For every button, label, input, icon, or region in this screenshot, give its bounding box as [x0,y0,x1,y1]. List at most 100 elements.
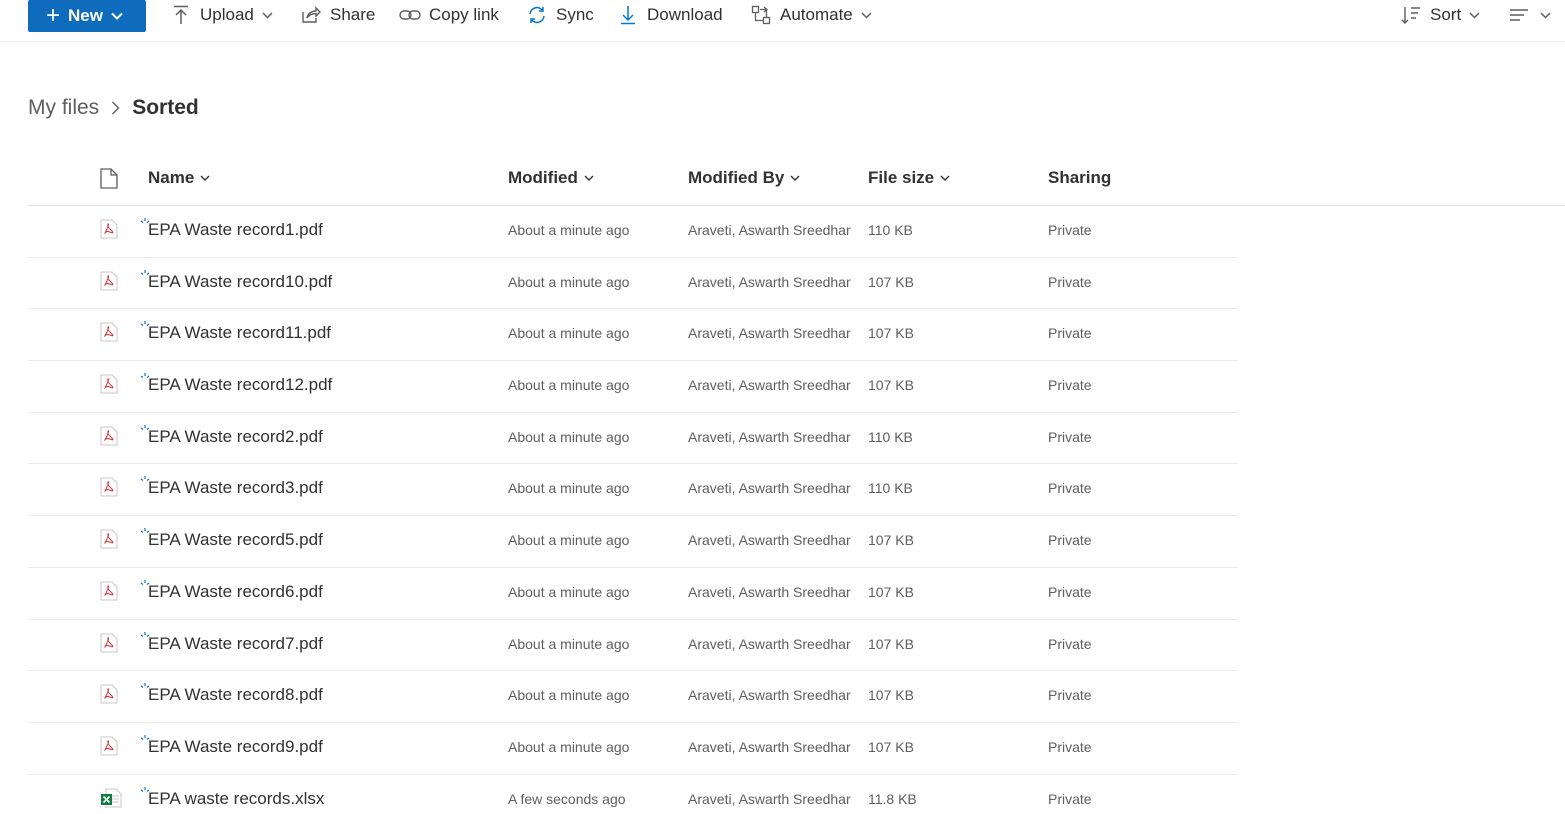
file-size: 107 KB [868,273,914,290]
share-button[interactable]: Share [300,0,375,30]
file-row[interactable]: EPA Waste record7.pdf About a minute ago… [28,620,1238,672]
pdf-file-icon [100,529,118,549]
automate-button[interactable]: Automate [750,0,872,30]
file-sharing: Private [1048,738,1092,755]
view-list-icon [1508,4,1530,26]
file-row[interactable]: EPA Waste record1.pdf About a minute ago… [28,206,1238,258]
file-size: 107 KB [868,687,914,704]
share-label: Share [330,5,376,24]
sort-icon [1400,4,1422,26]
file-name-link[interactable]: EPA Waste record11.pdf [148,323,331,343]
file-modified: About a minute ago [508,222,630,238]
file-name-link[interactable]: EPA Waste record6.pdf [148,582,323,602]
file-modified: About a minute ago [508,480,630,497]
upload-icon [170,4,192,26]
link-icon [399,4,421,26]
chevron-right-icon [111,101,120,115]
file-sharing: Private [1048,480,1092,497]
file-modified-by: Araveti, Aswarth Sreedhar [688,687,851,704]
file-name-link[interactable]: EPA waste records.xlsx [148,789,324,809]
view-options-button[interactable] [1508,0,1551,30]
excel-file-icon [100,787,122,808]
file-name-link[interactable]: EPA Waste record1.pdf [148,220,323,240]
file-modified: About a minute ago [508,583,630,600]
pdf-file-icon [100,477,118,497]
chevron-down-icon [200,175,210,182]
file-name-link[interactable]: EPA Waste record9.pdf [148,737,323,757]
file-size: 110 KB [868,222,913,238]
plus-icon: + [46,2,61,29]
column-sharing-label: Sharing [1048,168,1112,187]
file-sharing: Private [1048,325,1092,342]
file-row[interactable]: EPA Waste record12.pdf About a minute ag… [28,361,1238,413]
column-header-sharing[interactable]: Sharing [1048,168,1111,188]
chevron-down-icon [584,175,594,182]
file-name-link[interactable]: EPA Waste record12.pdf [148,375,332,395]
sort-button[interactable]: Sort [1400,0,1480,30]
file-list-header: Name Modified Modified By File size Shar… [28,156,1565,206]
file-modified: A few seconds ago [508,790,626,807]
file-name-link[interactable]: EPA Waste record8.pdf [148,685,323,705]
download-button[interactable]: Download [617,0,723,30]
file-modified-by: Araveti, Aswarth Sreedhar [688,635,851,652]
column-header-file-size[interactable]: File size [868,168,950,188]
file-row[interactable]: EPA Waste record8.pdf About a minute ago… [28,671,1238,723]
sync-label: Sync [556,5,594,24]
file-row[interactable]: EPA Waste record9.pdf About a minute ago… [28,723,1238,775]
file-name-link[interactable]: EPA Waste record5.pdf [148,530,323,550]
copy-link-button[interactable]: Copy link [399,0,499,30]
upload-label: Upload [200,5,254,24]
column-modified-label: Modified [508,168,578,187]
new-button[interactable]: + New [28,0,146,32]
pdf-file-icon [100,374,118,394]
file-sharing: Private [1048,790,1092,807]
file-modified-by: Araveti, Aswarth Sreedhar [688,377,851,394]
upload-button[interactable]: Upload [170,0,273,30]
file-name-link[interactable]: EPA Waste record7.pdf [148,634,323,654]
file-modified: About a minute ago [508,428,630,445]
share-icon [300,4,322,26]
file-list: EPA Waste record1.pdf About a minute ago… [28,206,1238,814]
file-type-column-icon[interactable] [100,168,118,194]
new-button-label: New [68,6,103,25]
file-name-link[interactable]: EPA Waste record3.pdf [148,478,323,498]
file-name-link[interactable]: EPA Waste record10.pdf [148,272,332,292]
file-sharing: Private [1048,273,1092,290]
automate-label: Automate [780,5,853,24]
file-size: 107 KB [868,325,914,342]
file-row[interactable]: EPA Waste record11.pdf About a minute ag… [28,309,1238,362]
pdf-file-icon [100,426,118,446]
file-row[interactable]: EPA Waste record6.pdf About a minute ago… [28,568,1238,620]
file-row[interactable]: EPA waste records.xlsx A few seconds ago… [28,775,1238,814]
sync-button[interactable]: Sync [526,0,594,30]
file-modified: About a minute ago [508,273,630,290]
file-row[interactable]: EPA Waste record3.pdf About a minute ago… [28,464,1238,517]
file-row[interactable]: EPA Waste record5.pdf About a minute ago… [28,516,1238,568]
column-header-modified[interactable]: Modified [508,168,594,188]
download-icon [617,4,639,26]
file-modified-by: Araveti, Aswarth Sreedhar [688,583,851,600]
file-sharing: Private [1048,687,1092,704]
chevron-down-icon [940,175,950,182]
column-header-name[interactable]: Name [148,168,210,188]
file-row[interactable]: EPA Waste record10.pdf About a minute ag… [28,258,1238,310]
pdf-file-icon [100,219,118,239]
file-name-link[interactable]: EPA Waste record2.pdf [148,427,323,447]
file-modified-by: Araveti, Aswarth Sreedhar [688,532,851,549]
file-row[interactable]: EPA Waste record2.pdf About a minute ago… [28,413,1238,465]
pdf-file-icon [100,322,118,342]
file-size: 107 KB [868,738,914,755]
column-header-modified-by[interactable]: Modified By [688,168,800,188]
breadcrumb-my-files[interactable]: My files [28,96,99,120]
file-sharing: Private [1048,635,1092,652]
file-size: 107 KB [868,532,914,549]
file-modified-by: Araveti, Aswarth Sreedhar [688,790,851,807]
file-modified: About a minute ago [508,738,630,755]
file-modified-by: Araveti, Aswarth Sreedhar [688,325,851,342]
automate-icon [750,4,772,26]
chevron-down-icon [111,12,123,20]
chevron-down-icon [790,175,800,182]
pdf-file-icon [100,633,118,653]
pdf-file-icon [100,271,118,291]
pdf-file-icon [100,684,118,704]
